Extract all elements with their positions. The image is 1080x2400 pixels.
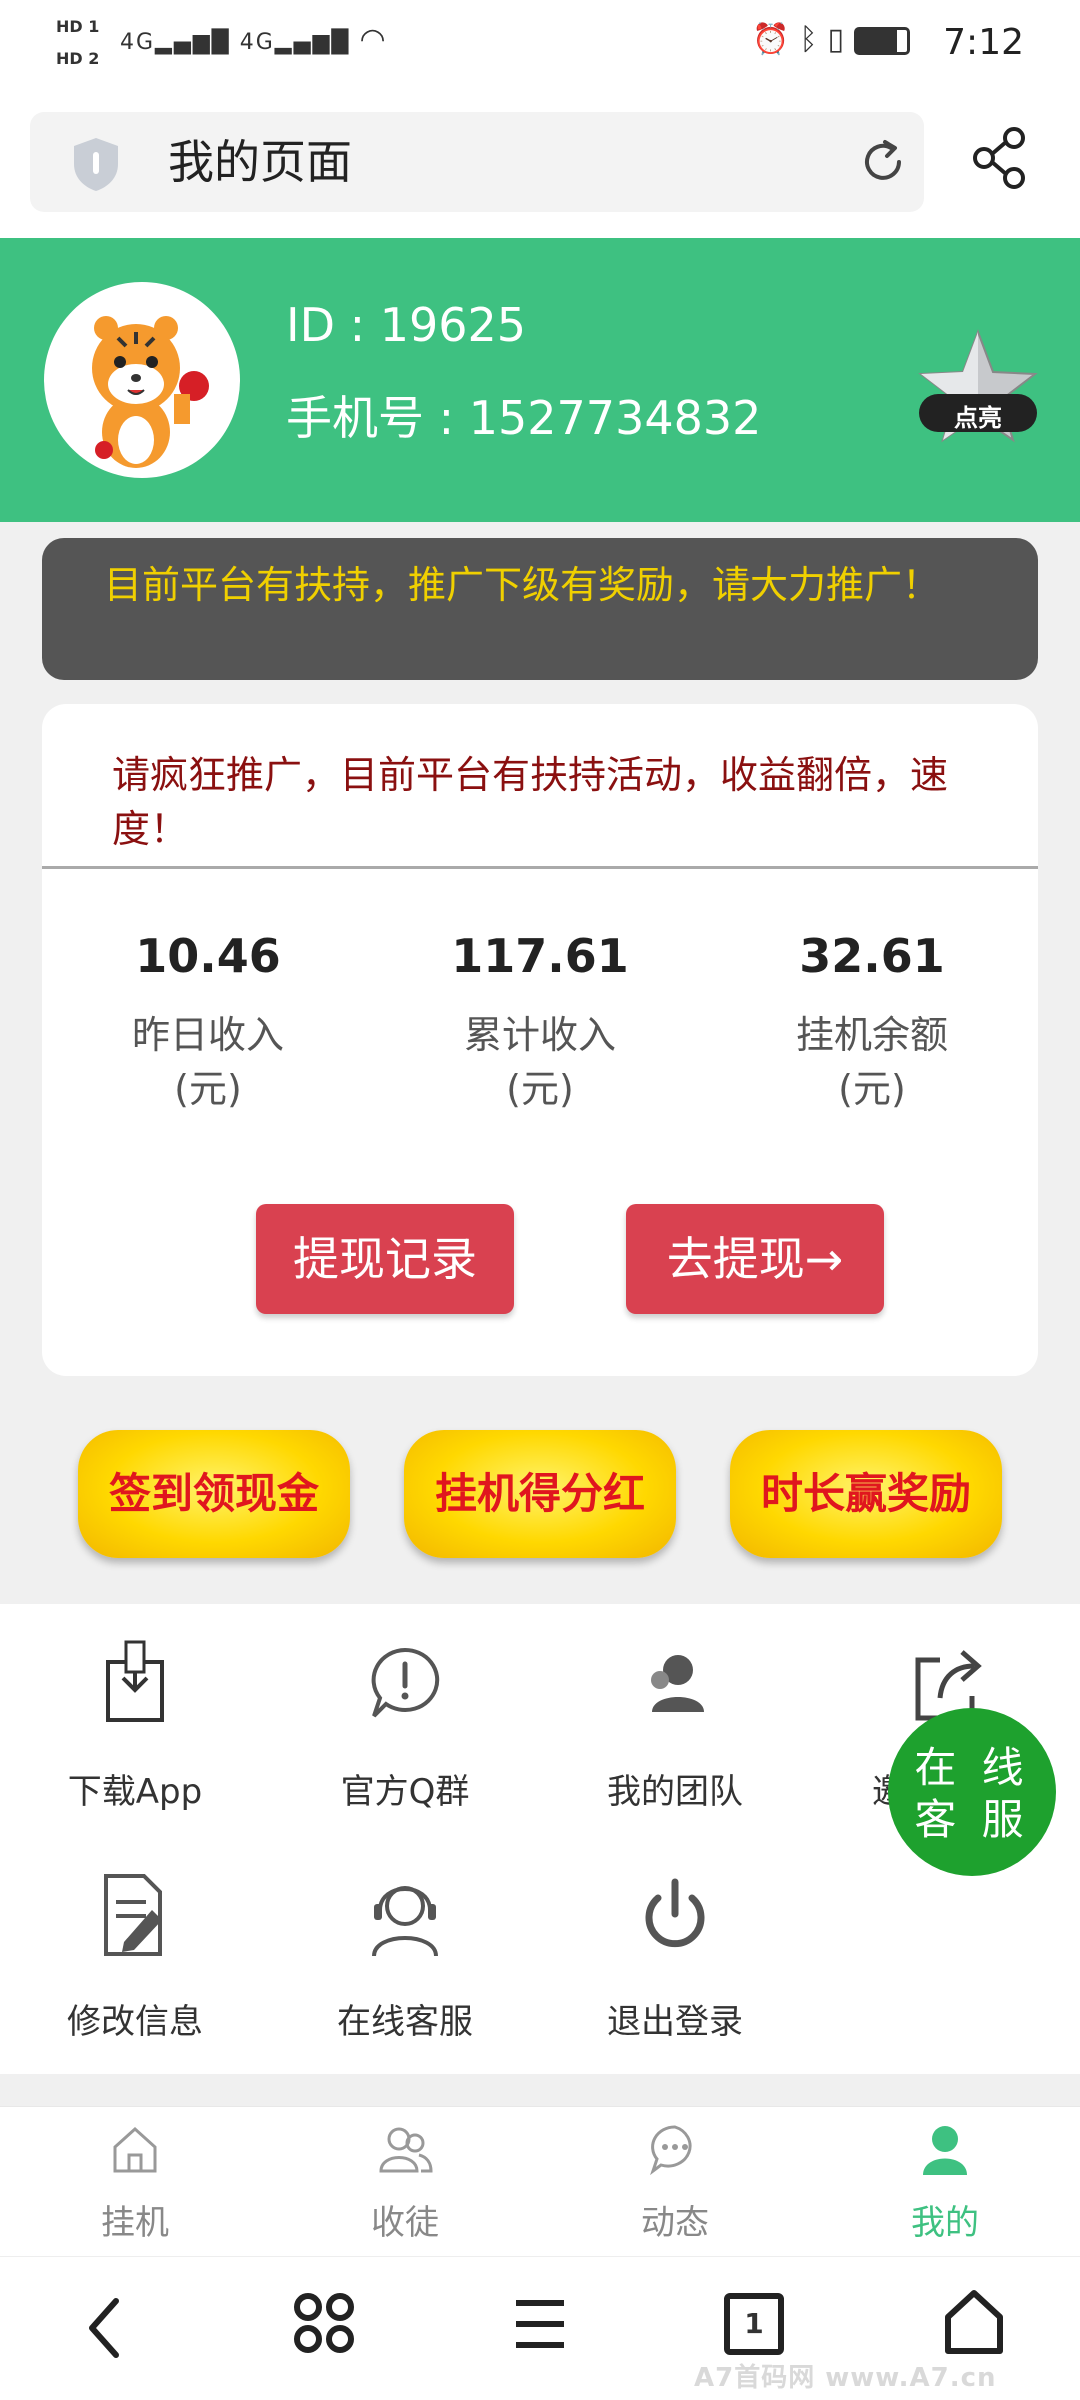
- team-icon: [651, 1655, 704, 1712]
- edit-document-icon: [104, 1874, 162, 1956]
- stat-yesterday: 10.46 昨日收入 (元): [42, 926, 374, 1116]
- reward-button[interactable]: 时长赢奖励: [730, 1430, 1002, 1558]
- tabs-count-button[interactable]: 1: [724, 2293, 784, 2355]
- download-icon: [106, 1640, 164, 1722]
- sim1-label: HD 1: [56, 17, 100, 36]
- grid-item-label: 修改信息: [67, 2002, 203, 2042]
- shield-icon[interactable]: [68, 134, 124, 194]
- earnings-card: 请疯狂推广，目前平台有扶持活动，收益翻倍，速度！ 10.46 昨日收入 (元) …: [42, 704, 1038, 1376]
- address-bar[interactable]: 我的页面: [30, 112, 924, 212]
- browser-toolbar: 我的页面: [0, 96, 1080, 238]
- stat-unit: (元): [838, 1067, 906, 1111]
- alarm-icon: ⏰: [752, 22, 800, 57]
- signal-bars-icon: ▂▄▆█: [274, 30, 351, 55]
- profile-header: ID : 19625 手机号 : 1527734832 点亮: [0, 238, 1080, 522]
- grid-item-label: 我的团队: [607, 1772, 743, 1812]
- tiger-mascot-icon: [92, 316, 209, 468]
- vibrate-icon: ▯: [827, 22, 854, 57]
- tab-activity[interactable]: 动态: [540, 2121, 810, 2244]
- profile-icon: [923, 2126, 967, 2175]
- grid-item-qq-group[interactable]: 官方Q群: [270, 1640, 540, 1813]
- power-icon: [645, 1878, 705, 1948]
- tab-mine[interactable]: 我的: [810, 2121, 1080, 2244]
- bottom-tab-bar: 挂机 收徒 动态 我的: [0, 2106, 1080, 2256]
- tab-label: 收徒: [371, 2203, 439, 2243]
- tab-label: 动态: [641, 2203, 709, 2243]
- back-icon[interactable]: [80, 2293, 130, 2363]
- wifi-icon: ◠: [359, 22, 388, 57]
- star-badge[interactable]: 点亮: [915, 328, 1041, 448]
- stat-label: 挂机余额: [795, 1013, 948, 1057]
- sim-indicators: HD 1 HD 2: [56, 16, 99, 70]
- floating-service-button[interactable]: 在 线 客 服: [888, 1708, 1056, 1876]
- stat-total: 117.61 累计收入 (元): [374, 926, 706, 1116]
- users-icon: [379, 2127, 433, 2173]
- page-title: 我的页面: [168, 135, 352, 189]
- browser-nav-bar: 1 A7首码网 www.A7.cn: [0, 2256, 1080, 2400]
- tab-label: 挂机: [101, 2203, 169, 2243]
- share-icon[interactable]: [970, 126, 1030, 190]
- grid-item-logout[interactable]: 退出登录: [540, 1870, 810, 2043]
- signal2-label: 4G: [239, 30, 275, 55]
- dividend-button[interactable]: 挂机得分红: [404, 1430, 676, 1558]
- bluetooth-icon: ᛒ: [799, 22, 828, 57]
- menu-icon[interactable]: [512, 2297, 568, 2351]
- stat-value: 10.46: [135, 929, 281, 983]
- tab-apprentice[interactable]: 收徒: [270, 2121, 540, 2244]
- stat-unit: (元): [174, 1067, 242, 1111]
- exclamation-bubble-icon: [371, 1647, 440, 1718]
- chat-icon: [650, 2125, 692, 2176]
- battery-icon: [854, 26, 910, 55]
- grid-item-download[interactable]: 下载App: [0, 1640, 270, 1813]
- grid-item-team[interactable]: 我的团队: [540, 1640, 810, 1813]
- notice-text: 目前平台有扶持，推广下级有奖励，请大力推广！: [104, 563, 941, 607]
- grid-item-edit-info[interactable]: 修改信息: [0, 1870, 270, 2043]
- withdraw-button[interactable]: 去提现→: [626, 1204, 884, 1314]
- stat-label: 昨日收入: [131, 1013, 284, 1057]
- apps-icon[interactable]: [292, 2291, 356, 2355]
- signal-indicators: 4G▂▄▆█ 4G▂▄▆█ ◠: [120, 22, 388, 57]
- clock: 7:12: [943, 22, 1024, 63]
- headset-icon: [372, 1886, 438, 1957]
- tab-hangup[interactable]: 挂机: [0, 2121, 270, 2244]
- notice-banner: 目前平台有扶持，推广下级有奖励，请大力推广！: [42, 538, 1038, 680]
- checkin-button[interactable]: 签到领现金: [78, 1430, 350, 1558]
- home-nav-icon[interactable]: [942, 2287, 1006, 2357]
- grid-item-label: 退出登录: [607, 2002, 743, 2042]
- badge-label: 点亮: [954, 404, 1002, 432]
- home-icon: [113, 2126, 157, 2173]
- watermark: A7首码网 www.A7.cn: [694, 2363, 997, 2393]
- stat-value: 117.61: [451, 929, 629, 983]
- floating-line1: 在 线: [914, 1743, 1030, 1792]
- tab-label: 我的: [911, 2203, 979, 2243]
- phone-number: 手机号 : 1527734832: [286, 391, 762, 445]
- signal-bars-icon: ▂▄▆█: [155, 30, 231, 55]
- grid-item-label: 在线客服: [337, 2002, 473, 2042]
- floating-line2: 客 服: [914, 1795, 1030, 1844]
- stat-label: 累计收入: [463, 1013, 616, 1057]
- reload-icon[interactable]: [855, 134, 911, 190]
- avatar[interactable]: [44, 282, 240, 478]
- promo-text: 请疯狂推广，目前平台有扶持活动，收益翻倍，速度！: [112, 753, 949, 851]
- card-divider: [42, 866, 1038, 869]
- status-bar: HD 1 HD 2 4G▂▄▆█ 4G▂▄▆█ ◠ ⏰ᛒ▯ 7:12: [0, 0, 1080, 96]
- stat-value: 32.61: [799, 929, 945, 983]
- grid-item-label: 官方Q群: [340, 1772, 470, 1812]
- grid-item-online-service[interactable]: 在线客服: [270, 1870, 540, 2043]
- user-id: ID : 19625: [286, 298, 527, 352]
- withdraw-record-button[interactable]: 提现记录: [256, 1204, 514, 1314]
- sim2-label: HD 2: [56, 49, 100, 68]
- stat-balance: 32.61 挂机余额 (元): [706, 926, 1038, 1116]
- system-icons: ⏰ᛒ▯: [752, 22, 910, 57]
- signal1-label: 4G: [120, 30, 156, 55]
- grid-item-label: 下载App: [67, 1772, 203, 1812]
- stat-unit: (元): [506, 1067, 574, 1111]
